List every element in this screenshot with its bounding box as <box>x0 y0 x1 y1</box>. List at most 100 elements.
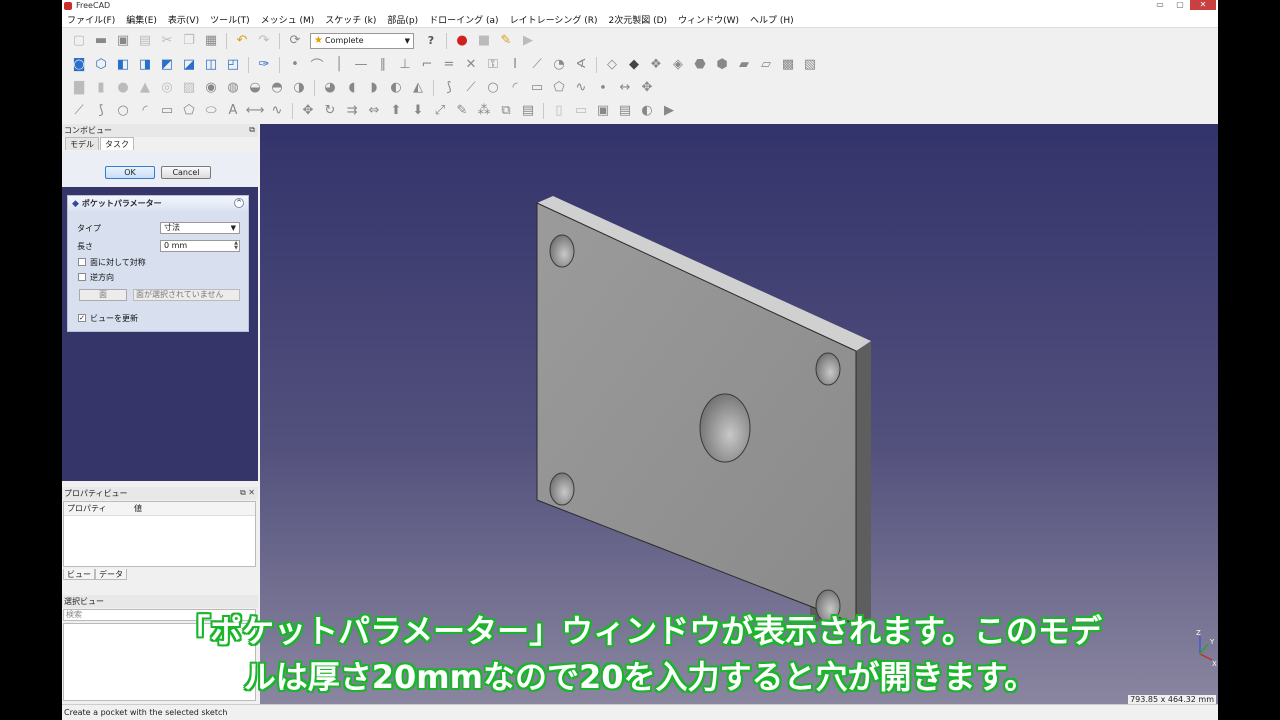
dock-float-icon[interactable]: ⧉ <box>249 125 255 135</box>
value-column-header[interactable]: 値 <box>134 503 142 514</box>
draft-polygon-tool-icon[interactable]: ⬠ <box>180 102 198 120</box>
menu-tools[interactable]: ツール(T) <box>205 13 256 26</box>
face-select-button[interactable]: 面 <box>79 289 127 301</box>
part-extrude-icon[interactable]: ◉ <box>202 79 220 97</box>
corner-hole-top-right[interactable] <box>815 352 841 386</box>
draft-arc-tool-icon[interactable]: ◜ <box>136 102 154 120</box>
part-torus-icon[interactable]: ◎ <box>158 79 176 97</box>
sketch-perpendicular-icon[interactable]: ⊥ <box>396 56 414 74</box>
tab-data[interactable]: データ <box>95 569 127 580</box>
draft-circle-tool-icon[interactable]: ○ <box>114 102 132 120</box>
ok-button[interactable]: OK <box>105 166 155 179</box>
chamfer-icon[interactable]: ⬢ <box>713 56 731 74</box>
draft-scale-tool-icon[interactable]: ⤢ <box>431 102 449 120</box>
spin-arrows-icon[interactable]: ▲ ▼ <box>234 241 238 251</box>
revolution-icon[interactable]: ❖ <box>647 56 665 74</box>
part-revolve-icon[interactable]: ◍ <box>224 79 242 97</box>
whats-this-icon[interactable]: ? <box>422 32 440 50</box>
draft-text-tool-icon[interactable]: A <box>224 102 242 120</box>
symmetric-checkbox[interactable] <box>78 258 86 266</box>
property-table[interactable]: プロパティ 値 <box>63 501 256 567</box>
menu-drawing[interactable]: ドローイング (a) <box>424 13 504 26</box>
groove-icon[interactable]: ◈ <box>669 56 687 74</box>
menu-raytracing[interactable]: レイトレーシング (R) <box>505 13 604 26</box>
menu-window[interactable]: ウィンドウ(W) <box>673 13 745 26</box>
sketch-constrain-icon[interactable]: ⟋ <box>528 56 546 74</box>
draft-wire-icon[interactable]: ⟆ <box>440 79 458 97</box>
bottom-view-icon[interactable]: ◫ <box>202 56 220 74</box>
draft-move-icon[interactable]: ✥ <box>638 79 656 97</box>
draft-rotate-tool-icon[interactable]: ↻ <box>321 102 339 120</box>
part-primitives-icon[interactable]: ▨ <box>180 79 198 97</box>
plate-model[interactable]: Z Y X <box>260 124 1218 704</box>
draft-circle-icon[interactable]: ○ <box>484 79 502 97</box>
paste-icon[interactable]: ▦ <box>202 32 220 50</box>
fit-all-icon[interactable]: ◙ <box>70 56 88 74</box>
edit-macro-icon[interactable]: ✎ <box>497 32 515 50</box>
part-fillet-icon[interactable]: ◓ <box>268 79 286 97</box>
part-fuse-icon[interactable]: ◗ <box>365 79 383 97</box>
save-as-icon[interactable]: ▤ <box>136 32 154 50</box>
part-cone-icon[interactable]: ▲ <box>136 79 154 97</box>
draft-array-tool-icon[interactable]: ⁂ <box>475 102 493 120</box>
menu-file[interactable]: ファイル(F) <box>62 13 121 26</box>
sketch-arc-icon[interactable]: ⌒ <box>308 56 326 74</box>
menu-edit[interactable]: 編集(E) <box>121 13 163 26</box>
pocket-parameters-header[interactable]: ◆ ポケットパラメーター ^ <box>68 196 248 211</box>
menu-sketch[interactable]: スケッチ (k) <box>320 13 382 26</box>
dock-close-icon[interactable]: ⧉ ✕ <box>240 488 255 498</box>
draft-ellipse-tool-icon[interactable]: ⬭ <box>202 102 220 120</box>
draft-bspline-icon[interactable]: ∿ <box>572 79 590 97</box>
corner-hole-top-left[interactable] <box>549 234 575 268</box>
draft-icon[interactable]: ▰ <box>735 56 753 74</box>
redo-icon[interactable]: ↷ <box>255 32 273 50</box>
measure-distance-icon[interactable]: ✑ <box>255 56 273 74</box>
menu-2d-drafting[interactable]: 2次元製図 (D) <box>604 13 674 26</box>
sketch-point-icon[interactable]: • <box>286 56 304 74</box>
draft-rect-tool-icon[interactable]: ▭ <box>158 102 176 120</box>
part-chamfer-icon[interactable]: ◑ <box>290 79 308 97</box>
raytracing-render-icon[interactable]: ▶ <box>660 102 678 120</box>
new-document-icon[interactable]: ▢ <box>70 32 88 50</box>
draft-clone-tool-icon[interactable]: ⧉ <box>497 102 515 120</box>
part-cut-icon[interactable]: ◖ <box>343 79 361 97</box>
draft-shape2dview-tool-icon[interactable]: ▤ <box>519 102 537 120</box>
front-view-icon[interactable]: ◧ <box>114 56 132 74</box>
draft-dimension-icon[interactable]: ↔ <box>616 79 634 97</box>
draft-trim-tool-icon[interactable]: ⇔ <box>365 102 383 120</box>
drawing-view-icon[interactable]: ▣ <box>594 102 612 120</box>
menu-part[interactable]: 部品(p) <box>382 13 424 26</box>
mirror-icon[interactable]: ▱ <box>757 56 775 74</box>
sketch-equal-icon[interactable]: = <box>440 56 458 74</box>
run-macro-icon[interactable]: ▶ <box>519 32 537 50</box>
sketch-distance-icon[interactable]: Ι <box>506 56 524 74</box>
top-view-icon[interactable]: ◨ <box>136 56 154 74</box>
length-input[interactable]: 0 mm ▲ ▼ <box>160 240 240 252</box>
draft-rectangle-icon[interactable]: ▭ <box>528 79 546 97</box>
selection-search-input[interactable]: 検索 <box>63 609 256 621</box>
axonometric-view-icon[interactable]: ⬡ <box>92 56 110 74</box>
copy-icon[interactable]: ❐ <box>180 32 198 50</box>
draft-bspline-tool-icon[interactable]: ∿ <box>268 102 286 120</box>
draft-point-icon[interactable]: ∙ <box>594 79 612 97</box>
draft-line-icon[interactable]: ⟋ <box>462 79 480 97</box>
polar-pattern-icon[interactable]: ▧ <box>801 56 819 74</box>
fillet-icon[interactable]: ⬣ <box>691 56 709 74</box>
menu-help[interactable]: ヘルプ (H) <box>745 13 800 26</box>
workbench-selector[interactable]: ★ Complete ▼ <box>310 32 414 49</box>
draft-dimension-tool-icon[interactable]: ⟷ <box>246 102 265 120</box>
rear-view-icon[interactable]: ◪ <box>180 56 198 74</box>
maximize-button[interactable]: ▢ <box>1170 0 1190 10</box>
sketch-symmetric-icon[interactable]: ✕ <box>462 56 480 74</box>
corner-hole-bottom-left[interactable] <box>549 472 575 506</box>
save-icon[interactable]: ▣ <box>114 32 132 50</box>
tab-model[interactable]: モデル <box>65 137 99 150</box>
refresh-icon[interactable]: ⟳ <box>286 32 304 50</box>
draft-arc-icon[interactable]: ◜ <box>506 79 524 97</box>
type-select[interactable]: 寸法 ▼ <box>160 222 240 234</box>
part-mirror-icon[interactable]: ◒ <box>246 79 264 97</box>
close-button[interactable]: ✕ <box>1190 0 1216 10</box>
property-column-header[interactable]: プロパティ <box>64 503 134 514</box>
part-boolean-icon[interactable]: ◕ <box>321 79 339 97</box>
draft-offset-tool-icon[interactable]: ⇉ <box>343 102 361 120</box>
